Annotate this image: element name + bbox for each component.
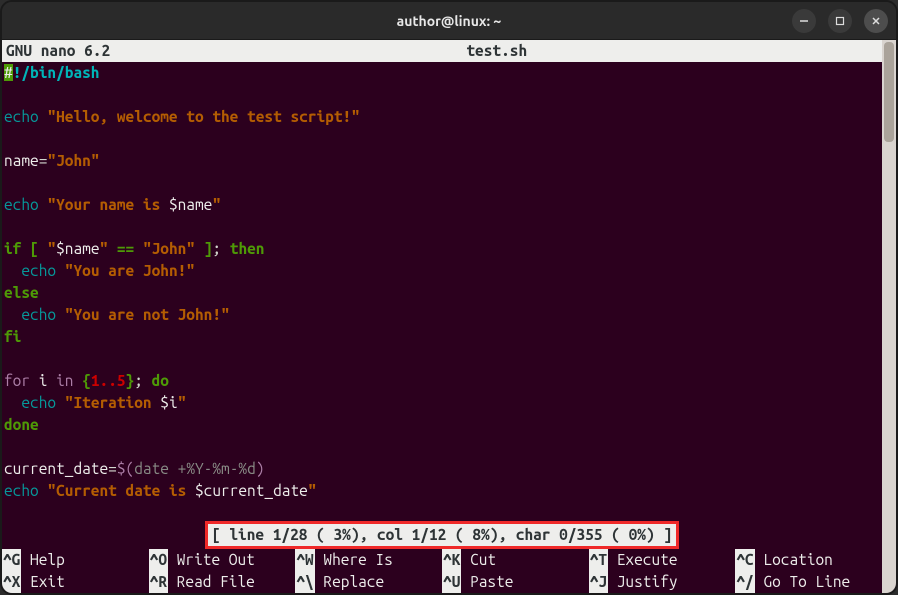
shortcut-replace[interactable]: ^\ Replace xyxy=(295,571,442,593)
shortcut-row-1: ^G Help ^O Write Out ^W Where Is ^K Cut … xyxy=(2,549,882,571)
shortcut-bar: ^G Help ^O Write Out ^W Where Is ^K Cut … xyxy=(2,549,882,593)
terminal-window: author@linux: ~ GNU nano 6.2 test.sh #!/… xyxy=(0,0,898,595)
status-bar: [ line 1/28 ( 3%), col 1/12 ( 8%), char … xyxy=(2,521,882,549)
terminal-area[interactable]: GNU nano 6.2 test.sh #!/bin/bash echo "H… xyxy=(2,40,896,593)
shortcut-write-out[interactable]: ^O Write Out xyxy=(149,549,296,571)
cursor-position-status: [ line 1/28 ( 3%), col 1/12 ( 8%), char … xyxy=(205,521,679,549)
shortcut-cut[interactable]: ^K Cut xyxy=(442,549,589,571)
scrollbar-thumb[interactable] xyxy=(884,42,894,142)
shortcut-location[interactable]: ^C Location xyxy=(735,549,882,571)
editor-content[interactable]: #!/bin/bash echo "Hello, welcome to the … xyxy=(2,62,896,502)
shortcut-where-is[interactable]: ^W Where Is xyxy=(295,549,442,571)
shortcut-justify[interactable]: ^J Justify xyxy=(589,571,736,593)
shortcut-go-to-line[interactable]: ^/ Go To Line xyxy=(735,571,882,593)
shortcut-read-file[interactable]: ^R Read File xyxy=(149,571,296,593)
titlebar: author@linux: ~ xyxy=(2,2,896,40)
shortcut-row-2: ^X Exit ^R Read File ^\ Replace ^U Paste… xyxy=(2,571,882,593)
maximize-button[interactable] xyxy=(828,9,852,33)
close-button[interactable] xyxy=(864,9,888,33)
cursor: # xyxy=(4,64,13,81)
window-title: author@linux: ~ xyxy=(397,13,502,29)
shortcut-help[interactable]: ^G Help xyxy=(2,549,149,571)
nano-app-name: GNU nano 6.2 xyxy=(6,40,110,62)
nano-filename: test.sh xyxy=(466,40,527,62)
window-controls xyxy=(792,9,888,33)
minimize-button[interactable] xyxy=(792,9,816,33)
nano-header: GNU nano 6.2 test.sh xyxy=(2,40,896,62)
scrollbar[interactable] xyxy=(882,40,896,593)
shortcut-exit[interactable]: ^X Exit xyxy=(2,571,149,593)
shortcut-paste[interactable]: ^U Paste xyxy=(442,571,589,593)
shortcut-execute[interactable]: ^T Execute xyxy=(589,549,736,571)
